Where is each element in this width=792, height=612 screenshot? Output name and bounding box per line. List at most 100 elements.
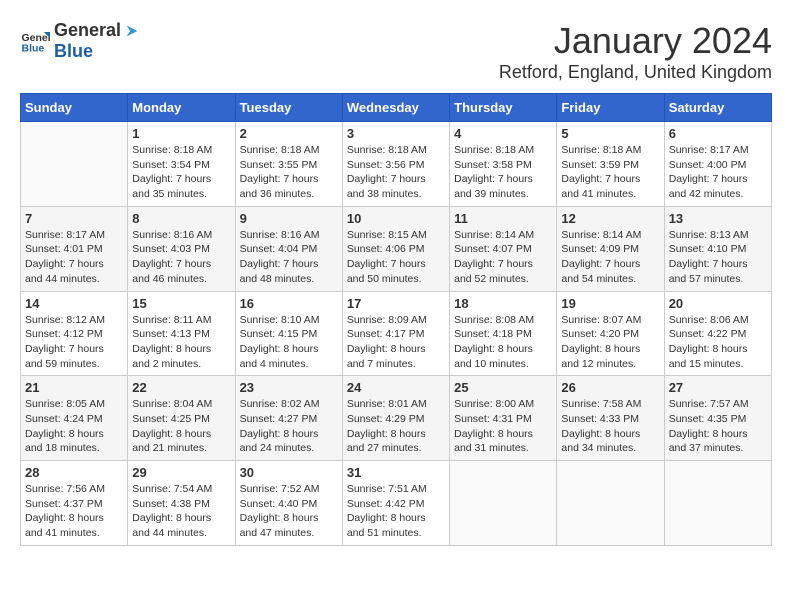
- day-number: 6: [669, 126, 767, 141]
- day-info: Sunrise: 7:56 AMSunset: 4:37 PMDaylight:…: [25, 482, 123, 541]
- day-number: 23: [240, 380, 338, 395]
- day-number: 3: [347, 126, 445, 141]
- calendar-cell: [664, 461, 771, 546]
- day-number: 11: [454, 211, 552, 226]
- day-number: 2: [240, 126, 338, 141]
- day-info: Sunrise: 8:14 AMSunset: 4:09 PMDaylight:…: [561, 228, 659, 287]
- calendar-cell: 31 Sunrise: 7:51 AMSunset: 4:42 PMDayligh…: [342, 461, 449, 546]
- weekday-header-monday: Monday: [128, 94, 235, 122]
- day-number: 12: [561, 211, 659, 226]
- day-info: Sunrise: 7:52 AMSunset: 4:40 PMDaylight:…: [240, 482, 338, 541]
- day-number: 27: [669, 380, 767, 395]
- day-info: Sunrise: 8:09 AMSunset: 4:17 PMDaylight:…: [347, 313, 445, 372]
- calendar-cell: 8Sunrise: 8:16 AMSunset: 4:03 PMDaylight…: [128, 206, 235, 291]
- day-info: Sunrise: 7:58 AMSunset: 4:33 PMDaylight:…: [561, 397, 659, 456]
- calendar-cell: 10Sunrise: 8:15 AMSunset: 4:06 PMDayligh…: [342, 206, 449, 291]
- calendar-cell: 19Sunrise: 8:07 AMSunset: 4:20 PMDayligh…: [557, 291, 664, 376]
- day-info: Sunrise: 8:04 AMSunset: 4:25 PMDaylight:…: [132, 397, 230, 456]
- day-info: Sunrise: 8:06 AMSunset: 4:22 PMDaylight:…: [669, 313, 767, 372]
- calendar-cell: [21, 122, 128, 207]
- day-info: Sunrise: 8:01 AMSunset: 4:29 PMDaylight:…: [347, 397, 445, 456]
- weekday-header-saturday: Saturday: [664, 94, 771, 122]
- svg-text:Blue: Blue: [22, 43, 45, 55]
- day-info: Sunrise: 8:18 AMSunset: 3:56 PMDaylight:…: [347, 143, 445, 202]
- day-info: Sunrise: 8:17 AMSunset: 4:01 PMDaylight:…: [25, 228, 123, 287]
- calendar-cell: 7 Sunrise: 8:17 AMSunset: 4:01 PMDaylight…: [21, 206, 128, 291]
- day-number: 4: [454, 126, 552, 141]
- calendar-cell: 22 Sunrise: 8:04 AMSunset: 4:25 PMDayligh…: [128, 376, 235, 461]
- calendar-cell: 12 Sunrise: 8:14 AMSunset: 4:09 PMDayligh…: [557, 206, 664, 291]
- day-info: Sunrise: 8:13 AMSunset: 4:10 PMDaylight:…: [669, 228, 767, 287]
- day-number: 30: [240, 465, 338, 480]
- day-number: 29: [132, 465, 230, 480]
- calendar-cell: 20 Sunrise: 8:06 AMSunset: 4:22 PMDayligh…: [664, 291, 771, 376]
- weekday-header-row: SundayMondayTuesdayWednesdayThursdayFrid…: [21, 94, 772, 122]
- calendar-cell: 9 Sunrise: 8:16 AMSunset: 4:04 PMDaylight…: [235, 206, 342, 291]
- day-number: 28: [25, 465, 123, 480]
- calendar-cell: 30 Sunrise: 7:52 AMSunset: 4:40 PMDayligh…: [235, 461, 342, 546]
- logo-arrow-icon: [123, 22, 141, 40]
- day-number: 10: [347, 211, 445, 226]
- calendar-week-row: 21Sunrise: 8:05 AMSunset: 4:24 PMDayligh…: [21, 376, 772, 461]
- day-info: Sunrise: 8:18 AMSunset: 3:55 PMDaylight:…: [240, 143, 338, 202]
- calendar-table: SundayMondayTuesdayWednesdayThursdayFrid…: [20, 93, 772, 546]
- day-number: 9: [240, 211, 338, 226]
- calendar-week-row: 1 Sunrise: 8:18 AMSunset: 3:54 PMDaylight…: [21, 122, 772, 207]
- calendar-cell: 25 Sunrise: 8:00 AMSunset: 4:31 PMDayligh…: [450, 376, 557, 461]
- day-number: 17: [347, 296, 445, 311]
- day-info: Sunrise: 8:16 AMSunset: 4:04 PMDaylight:…: [240, 228, 338, 287]
- calendar-cell: 15 Sunrise: 8:11 AMSunset: 4:13 PMDayligh…: [128, 291, 235, 376]
- calendar-cell: 6 Sunrise: 8:17 AMSunset: 4:00 PMDaylight…: [664, 122, 771, 207]
- day-number: 22: [132, 380, 230, 395]
- day-number: 15: [132, 296, 230, 311]
- day-info: Sunrise: 8:00 AMSunset: 4:31 PMDaylight:…: [454, 397, 552, 456]
- calendar-cell: 3 Sunrise: 8:18 AMSunset: 3:56 PMDaylight…: [342, 122, 449, 207]
- calendar-cell: 14 Sunrise: 8:12 AMSunset: 4:12 PMDayligh…: [21, 291, 128, 376]
- calendar-cell: 4Sunrise: 8:18 AMSunset: 3:58 PMDaylight…: [450, 122, 557, 207]
- day-info: Sunrise: 8:17 AMSunset: 4:00 PMDaylight:…: [669, 143, 767, 202]
- logo-general-text: General: [54, 20, 121, 41]
- title-section: January 2024 Retford, England, United Ki…: [499, 20, 772, 83]
- day-info: Sunrise: 7:57 AMSunset: 4:35 PMDaylight:…: [669, 397, 767, 456]
- day-info: Sunrise: 8:07 AMSunset: 4:20 PMDaylight:…: [561, 313, 659, 372]
- weekday-header-friday: Friday: [557, 94, 664, 122]
- day-info: Sunrise: 8:02 AMSunset: 4:27 PMDaylight:…: [240, 397, 338, 456]
- weekday-header-sunday: Sunday: [21, 94, 128, 122]
- day-number: 25: [454, 380, 552, 395]
- day-info: Sunrise: 8:18 AMSunset: 3:54 PMDaylight:…: [132, 143, 230, 202]
- calendar-cell: 5Sunrise: 8:18 AMSunset: 3:59 PMDaylight…: [557, 122, 664, 207]
- page-header: General Blue General Blue January 2024 R…: [20, 20, 772, 83]
- calendar-cell: 29 Sunrise: 7:54 AMSunset: 4:38 PMDayligh…: [128, 461, 235, 546]
- calendar-cell: 26Sunrise: 7:58 AMSunset: 4:33 PMDayligh…: [557, 376, 664, 461]
- day-number: 1: [132, 126, 230, 141]
- day-info: Sunrise: 8:11 AMSunset: 4:13 PMDaylight:…: [132, 313, 230, 372]
- calendar-cell: 16Sunrise: 8:10 AMSunset: 4:15 PMDayligh…: [235, 291, 342, 376]
- day-number: 20: [669, 296, 767, 311]
- logo: General Blue General Blue: [20, 20, 141, 62]
- day-info: Sunrise: 8:05 AMSunset: 4:24 PMDaylight:…: [25, 397, 123, 456]
- calendar-cell: 28 Sunrise: 7:56 AMSunset: 4:37 PMDayligh…: [21, 461, 128, 546]
- weekday-header-wednesday: Wednesday: [342, 94, 449, 122]
- calendar-cell: [557, 461, 664, 546]
- weekday-header-tuesday: Tuesday: [235, 94, 342, 122]
- day-number: 7: [25, 211, 123, 226]
- day-info: Sunrise: 7:54 AMSunset: 4:38 PMDaylight:…: [132, 482, 230, 541]
- day-number: 31: [347, 465, 445, 480]
- calendar-cell: 18Sunrise: 8:08 AMSunset: 4:18 PMDayligh…: [450, 291, 557, 376]
- day-info: Sunrise: 8:14 AMSunset: 4:07 PMDaylight:…: [454, 228, 552, 287]
- day-info: Sunrise: 7:51 AMSunset: 4:42 PMDaylight:…: [347, 482, 445, 541]
- day-info: Sunrise: 8:12 AMSunset: 4:12 PMDaylight:…: [25, 313, 123, 372]
- calendar-cell: 23 Sunrise: 8:02 AMSunset: 4:27 PMDayligh…: [235, 376, 342, 461]
- calendar-cell: 24Sunrise: 8:01 AMSunset: 4:29 PMDayligh…: [342, 376, 449, 461]
- calendar-cell: 2 Sunrise: 8:18 AMSunset: 3:55 PMDaylight…: [235, 122, 342, 207]
- logo-icon: General Blue: [20, 26, 50, 56]
- calendar-week-row: 7 Sunrise: 8:17 AMSunset: 4:01 PMDaylight…: [21, 206, 772, 291]
- day-info: Sunrise: 8:16 AMSunset: 4:03 PMDaylight:…: [132, 228, 230, 287]
- location-title: Retford, England, United Kingdom: [499, 62, 772, 83]
- calendar-cell: 27 Sunrise: 7:57 AMSunset: 4:35 PMDayligh…: [664, 376, 771, 461]
- calendar-week-row: 14 Sunrise: 8:12 AMSunset: 4:12 PMDayligh…: [21, 291, 772, 376]
- day-number: 14: [25, 296, 123, 311]
- calendar-cell: 17 Sunrise: 8:09 AMSunset: 4:17 PMDayligh…: [342, 291, 449, 376]
- day-number: 18: [454, 296, 552, 311]
- logo-blue-text: Blue: [54, 41, 93, 61]
